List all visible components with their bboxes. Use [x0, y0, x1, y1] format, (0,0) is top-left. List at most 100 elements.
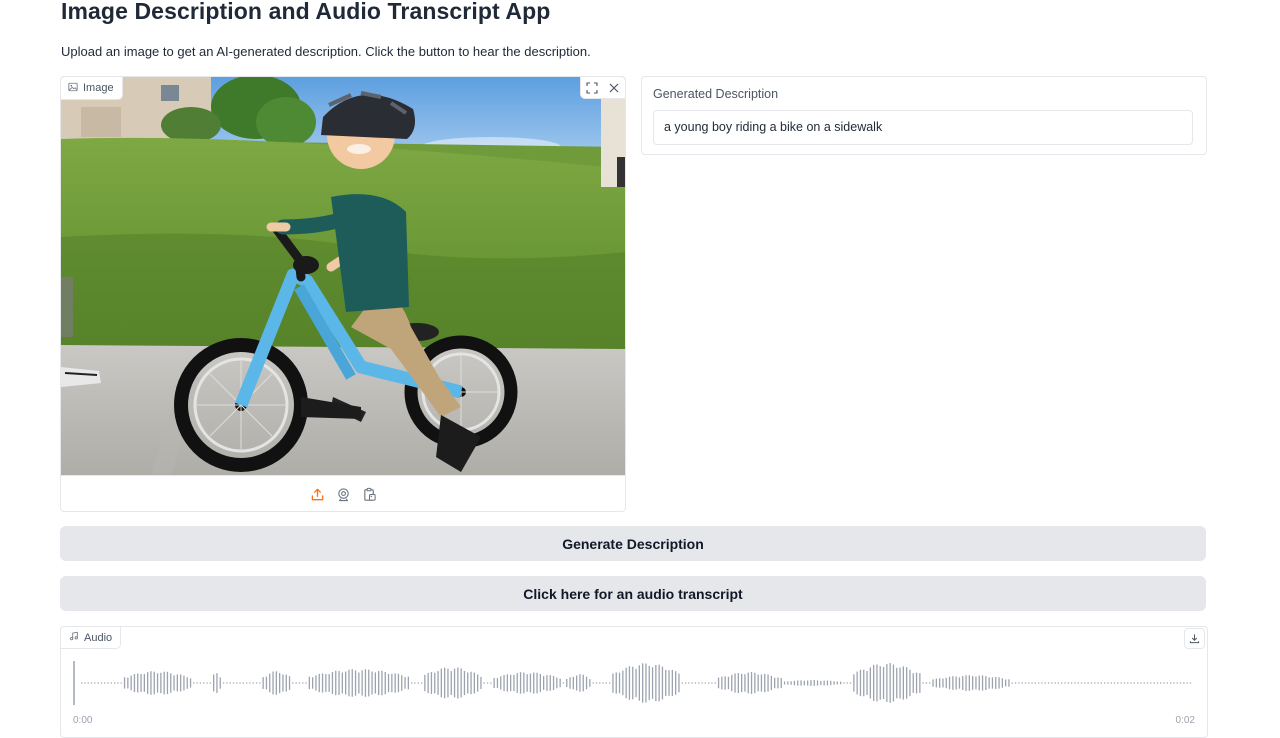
webcam-icon[interactable]	[335, 486, 351, 502]
waveform-bar	[354, 670, 357, 696]
waveform-bar	[661, 666, 664, 700]
waveform-bar	[750, 672, 753, 694]
waveform-bar	[328, 674, 330, 692]
waveform-bar	[760, 674, 763, 692]
waveform-bar	[127, 677, 129, 689]
image-actions	[580, 77, 625, 99]
audio-transcript-button[interactable]: Click here for an audio transcript	[60, 576, 1206, 611]
waveform-bar	[882, 667, 885, 699]
waveform-bar	[156, 673, 159, 693]
waveform-bar	[397, 673, 400, 693]
waveform-bar	[813, 680, 815, 686]
waveform-bar	[886, 664, 888, 702]
waveform-bar	[1160, 682, 1162, 684]
audio-time-end: 0:02	[1175, 715, 1195, 726]
waveform-bar	[1110, 682, 1112, 684]
waveform-bar	[427, 672, 429, 694]
waveform-bar	[734, 673, 736, 693]
waveform-bar	[638, 665, 640, 701]
waveform-bar	[143, 674, 145, 692]
waveform-bar	[378, 671, 380, 696]
waveform-bar	[1077, 682, 1079, 684]
description-panel: Generated Description a young boy riding…	[641, 76, 1207, 155]
image-icon	[68, 82, 78, 95]
waveform-bar	[668, 670, 670, 696]
waveform-bar	[810, 680, 812, 686]
close-icon[interactable]	[603, 77, 625, 98]
waveform-bar	[1176, 682, 1178, 684]
waveform-bar	[170, 673, 172, 693]
waveform-bar	[876, 664, 878, 702]
waveform-bar	[117, 682, 119, 684]
waveform-bar	[741, 673, 743, 693]
waveform-bar	[622, 670, 624, 696]
waveform-bar	[915, 672, 918, 694]
waveform-bar	[694, 682, 697, 684]
audio-time-start: 0:00	[73, 715, 93, 726]
waveform-bar	[731, 674, 733, 692]
waveform-bar	[774, 677, 776, 689]
waveform-bar	[1080, 682, 1083, 684]
waveform-bar	[873, 664, 875, 701]
waveform-bar	[219, 677, 221, 689]
waveform-bar	[100, 682, 103, 684]
waveform-bar	[770, 675, 772, 691]
waveform-bar	[945, 677, 947, 689]
waveform-bar	[1011, 682, 1013, 684]
waveform-bar	[338, 671, 340, 695]
waveform-bar	[556, 677, 558, 689]
waveform-bar	[991, 677, 994, 689]
fullscreen-icon[interactable]	[581, 77, 603, 98]
waveform-bar	[483, 682, 485, 684]
waveform-bar	[506, 674, 508, 692]
upload-icon[interactable]	[309, 486, 325, 502]
waveform-bar	[539, 674, 541, 692]
description-output[interactable]: a young boy riding a bike on a sidewalk	[653, 110, 1193, 145]
waveform-bar	[1130, 682, 1132, 684]
waveform-bar	[180, 674, 182, 692]
waveform-bar	[981, 675, 984, 691]
waveform-bar	[232, 682, 235, 684]
waveform-bar	[226, 682, 228, 684]
waveform-bar	[830, 680, 832, 686]
waveform-bar	[1117, 682, 1119, 684]
waveform-bar	[585, 676, 588, 690]
waveform-bar	[84, 682, 86, 684]
generate-description-button[interactable]: Generate Description	[60, 526, 1206, 561]
waveform-bar	[364, 669, 367, 697]
waveform-bar	[1146, 682, 1149, 684]
waveform-bar	[589, 679, 591, 687]
waveform-bar	[757, 674, 759, 692]
waveform-bar	[1173, 682, 1175, 684]
waveform-bar	[833, 681, 835, 685]
waveform-bar	[958, 677, 961, 689]
waveform-bar	[193, 682, 195, 684]
waveform-bar	[836, 681, 838, 685]
clipboard-icon[interactable]	[361, 486, 377, 502]
waveform-bar	[1028, 682, 1030, 684]
waveform-bar	[906, 667, 908, 699]
audio-waveform[interactable]	[71, 657, 1195, 709]
waveform-bar	[691, 682, 693, 684]
waveform-bar	[727, 676, 730, 690]
waveform-bar	[985, 676, 987, 690]
waveform-bar	[533, 672, 535, 694]
waveform-bar	[341, 672, 343, 694]
waveform-bar	[114, 682, 116, 684]
waveform-bar	[206, 682, 208, 684]
waveform-bar	[176, 674, 178, 692]
waveform-bar	[1038, 682, 1040, 684]
waveform-bar	[1024, 682, 1027, 684]
waveform-bar	[87, 682, 89, 684]
download-icon[interactable]	[1184, 628, 1205, 649]
waveform-bar	[698, 682, 700, 684]
waveform-bar	[1008, 679, 1010, 687]
image-upload-panel[interactable]: Image	[60, 76, 626, 512]
waveform-bar	[312, 677, 314, 689]
waveform-bar	[496, 678, 499, 688]
waveform-bar	[807, 680, 809, 686]
waveform-bar	[120, 682, 122, 684]
waveform-bar	[348, 669, 350, 697]
waveform-bar	[1064, 682, 1066, 684]
waveform-bar	[160, 672, 162, 694]
